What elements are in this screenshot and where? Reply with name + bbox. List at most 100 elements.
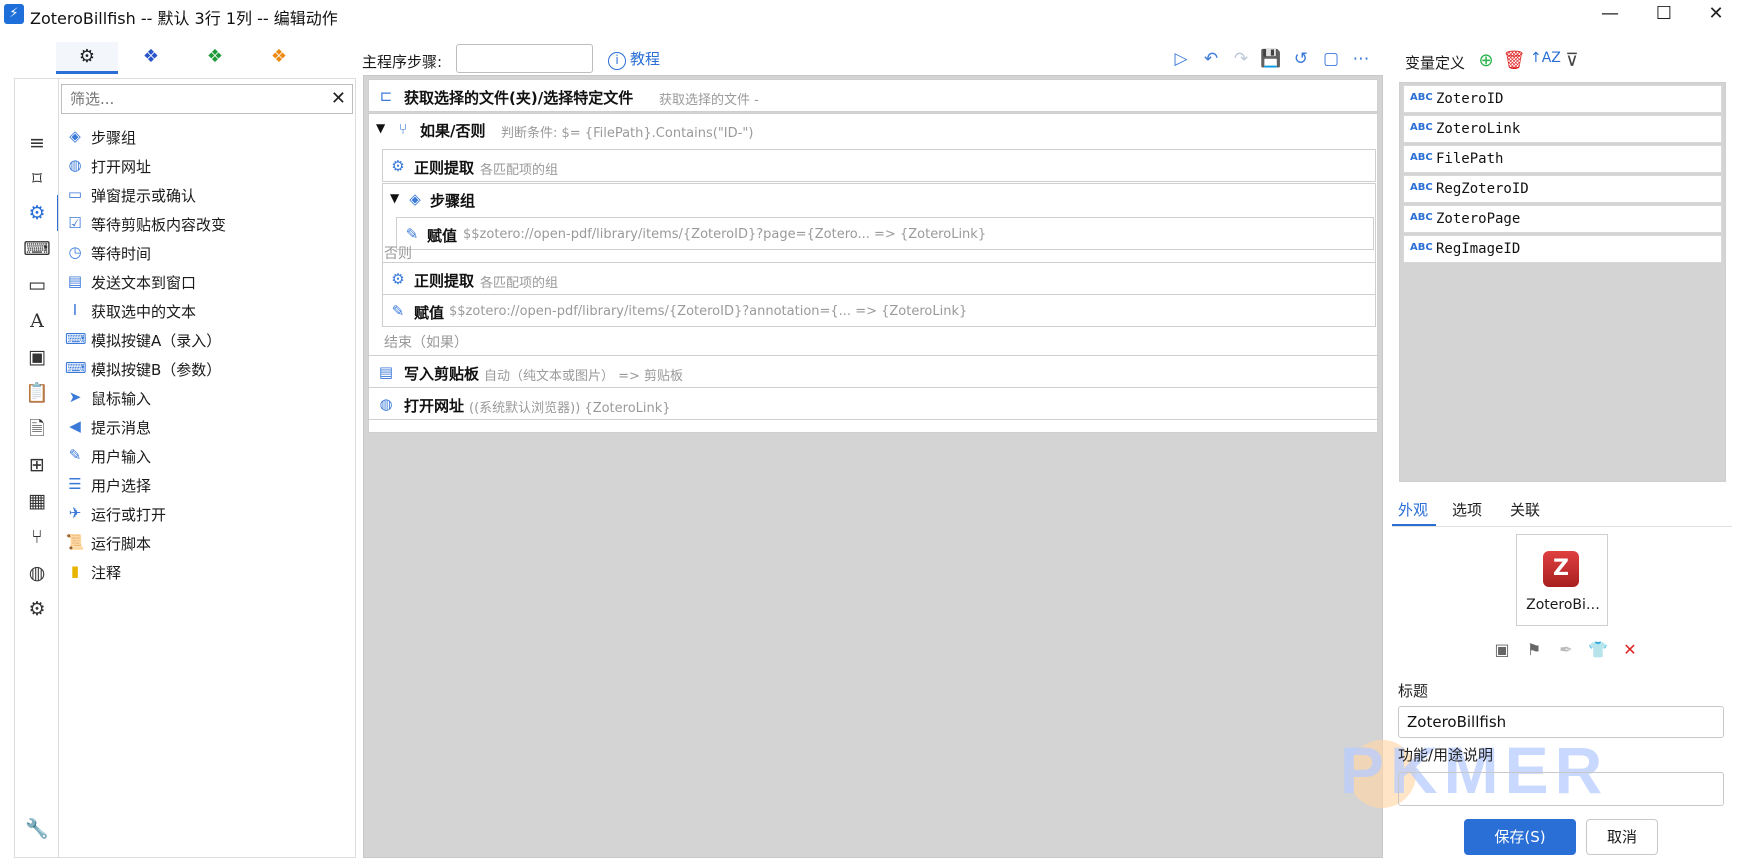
- maximize-button[interactable]: ☐: [1637, 0, 1691, 30]
- image-icon[interactable]: ▣: [15, 343, 59, 371]
- steps-input[interactable]: [456, 44, 593, 73]
- calculator-icon[interactable]: ▦: [15, 487, 59, 515]
- history-icon[interactable]: ↺: [1288, 47, 1314, 71]
- tab-associations[interactable]: 关联: [1510, 499, 1540, 520]
- step-write-clipboard[interactable]: ▤ 写入剪贴板 自动（纯文本或图片） => 剪贴板: [368, 355, 1378, 388]
- menu-icon[interactable]: ≡: [15, 129, 59, 157]
- step-assign[interactable]: ✎ 赋值 $$zotero://open-pdf/library/items/{…: [382, 294, 1376, 327]
- variable-row[interactable]: ABC RegZoteroID: [1403, 175, 1722, 203]
- step-get-files[interactable]: ⊏ 获取选择的文件(夹)/选择特定文件 获取选择的文件 -: [368, 79, 1378, 112]
- step-regex-extract[interactable]: ⚙ 正则提取 各匹配项的组: [382, 149, 1376, 182]
- variable-row[interactable]: ABC ZoteroID: [1403, 85, 1722, 113]
- action-item[interactable]: ◀ 提示消息: [65, 413, 345, 441]
- remove-icon[interactable]: ✕: [1618, 640, 1642, 662]
- windows-icon[interactable]: ⊞: [15, 451, 59, 479]
- window-title: ZoteroBillfish -- 默认 3行 1列 -- 编辑动作: [30, 9, 338, 28]
- save-icon[interactable]: 💾: [1258, 47, 1284, 71]
- layers-icon: ◈: [69, 127, 81, 145]
- settings-cluster-icon[interactable]: ⚙: [15, 595, 59, 623]
- action-item[interactable]: ◍ 打开网址: [65, 152, 345, 180]
- action-item[interactable]: ⌨ 模拟按键A（录入）: [65, 326, 345, 354]
- gear-icon[interactable]: ⚙: [15, 199, 59, 227]
- variable-row[interactable]: ABC ZoteroLink: [1403, 115, 1722, 143]
- action-item[interactable]: ☑ 等待剪贴板内容改变: [65, 210, 345, 238]
- tutorial-link[interactable]: i 教程: [608, 48, 660, 70]
- user-edit-icon: ✎: [68, 446, 82, 464]
- font-icon[interactable]: A: [15, 307, 59, 335]
- play-icon[interactable]: ▷: [1168, 47, 1194, 71]
- step-open-url[interactable]: ◍ 打开网址 ((系统默认浏览器)) {ZoteroLink}: [368, 387, 1378, 420]
- more-icon[interactable]: ⋯: [1348, 47, 1374, 71]
- globe-icon: ◍: [379, 395, 393, 413]
- step-assign[interactable]: ✎ 赋值 $$zotero://open-pdf/library/items/{…: [396, 217, 1374, 250]
- tab-system-actions[interactable]: ⚙: [56, 42, 118, 74]
- step-group[interactable]: ▼ ◈ 步骤组: [382, 183, 1376, 216]
- globe-icon[interactable]: ◍: [15, 559, 59, 587]
- note-icon[interactable]: ▢: [1318, 47, 1344, 71]
- document-icon[interactable]: 🗎: [15, 415, 59, 443]
- action-item[interactable]: ➤ 鼠标输入: [65, 384, 345, 412]
- action-item[interactable]: ▤ 发送文本到窗口: [65, 268, 345, 296]
- redo-icon[interactable]: ↷: [1228, 47, 1254, 71]
- delete-variable-icon[interactable]: 🗑: [1502, 50, 1526, 71]
- bookmark-icon[interactable]: ⌑: [15, 165, 59, 193]
- gear-icon: ⚙: [391, 157, 405, 175]
- timer-icon: ◷: [68, 243, 82, 261]
- cube-green-icon: ❖: [206, 46, 224, 67]
- clear-filter-icon[interactable]: ✕: [331, 88, 346, 109]
- script-icon: 📜: [65, 533, 85, 551]
- image-icon[interactable]: ▣: [1490, 640, 1514, 662]
- info-icon: i: [608, 52, 626, 70]
- step-regex-extract[interactable]: ⚙ 正则提取 各匹配项的组: [382, 262, 1376, 295]
- title-bar: ⚡ ZoteroBillfish -- 默认 3行 1列 -- 编辑动作 — ☐…: [0, 0, 1743, 30]
- action-item[interactable]: ✈ 运行或打开: [65, 500, 345, 528]
- description-input[interactable]: [1398, 772, 1724, 806]
- note-icon: ▮: [70, 562, 80, 580]
- action-item[interactable]: ▭ 弹窗提示或确认: [65, 181, 345, 209]
- variable-row[interactable]: ABC RegImageID: [1403, 235, 1722, 263]
- tab-blue-actions[interactable]: ❖: [120, 42, 182, 74]
- app-icon: ⚡: [4, 4, 24, 24]
- end-if-label: 结束（如果）: [384, 335, 468, 351]
- action-item[interactable]: ◷ 等待时间: [65, 239, 345, 267]
- add-variable-icon[interactable]: ⊕: [1474, 50, 1498, 71]
- keyboard-icon: ⌨: [65, 330, 87, 348]
- action-item[interactable]: 📜 运行脚本: [65, 529, 345, 557]
- action-item[interactable]: ✎ 用户输入: [65, 442, 345, 470]
- sort-az-icon[interactable]: ↑AZ: [1530, 50, 1561, 66]
- tab-orange-actions[interactable]: ❖: [248, 42, 310, 74]
- minimize-button[interactable]: —: [1583, 0, 1637, 30]
- undo-icon[interactable]: ↶: [1198, 47, 1224, 71]
- flag-icon[interactable]: ⚑: [1522, 640, 1546, 662]
- clipboard-icon[interactable]: 📋: [15, 379, 59, 407]
- tab-options[interactable]: 选项: [1452, 499, 1482, 520]
- tabs-divider: [1392, 526, 1732, 527]
- tab-appearance[interactable]: 外观: [1398, 499, 1428, 520]
- icon-preview-card[interactable]: Z ZoteroBi…: [1516, 534, 1608, 626]
- action-list-panel: ✕ ◈步骤组 ◍打开网址 ▭弹窗提示或确认 ☑等待剪贴板内容改变 ◷等待时间 ▤…: [58, 78, 356, 858]
- keyboard-icon[interactable]: ⌨: [15, 235, 59, 263]
- window-icon[interactable]: ▭: [15, 271, 59, 299]
- tab-green-actions[interactable]: ❖: [184, 42, 246, 74]
- wrench-icon[interactable]: 🔧: [15, 815, 59, 843]
- action-item[interactable]: ▮ 注释: [65, 558, 345, 586]
- variable-row[interactable]: ABC ZoteroPage: [1403, 205, 1722, 233]
- edit-icon: ✎: [405, 225, 419, 243]
- step-if-else[interactable]: ▼ ⑂ 如果/否则 判断条件: $= {FilePath}.Contains("…: [368, 113, 1378, 146]
- eyedropper-icon[interactable]: ✒: [1554, 640, 1578, 662]
- action-item[interactable]: ☰ 用户选择: [65, 471, 345, 499]
- branch-icon[interactable]: ⑂: [15, 523, 59, 551]
- collapse-triangle-icon[interactable]: ▼: [390, 191, 399, 205]
- action-item[interactable]: ⌨ 模拟按键B（参数）: [65, 355, 345, 383]
- zotero-logo-icon: Z: [1543, 551, 1579, 587]
- cancel-button[interactable]: 取消: [1586, 819, 1658, 855]
- action-item[interactable]: ◈ 步骤组: [65, 123, 345, 151]
- collapse-triangle-icon[interactable]: ▼: [376, 121, 385, 135]
- shirt-icon[interactable]: 👕: [1586, 640, 1610, 662]
- close-button[interactable]: ✕: [1689, 0, 1743, 30]
- save-button[interactable]: 保存(S): [1464, 819, 1576, 855]
- action-item[interactable]: I 获取选中的文本: [65, 297, 345, 325]
- filter-icon[interactable]: ⊽: [1560, 50, 1584, 71]
- variable-row[interactable]: ABC FilePath: [1403, 145, 1722, 173]
- filter-input[interactable]: [70, 89, 320, 109]
